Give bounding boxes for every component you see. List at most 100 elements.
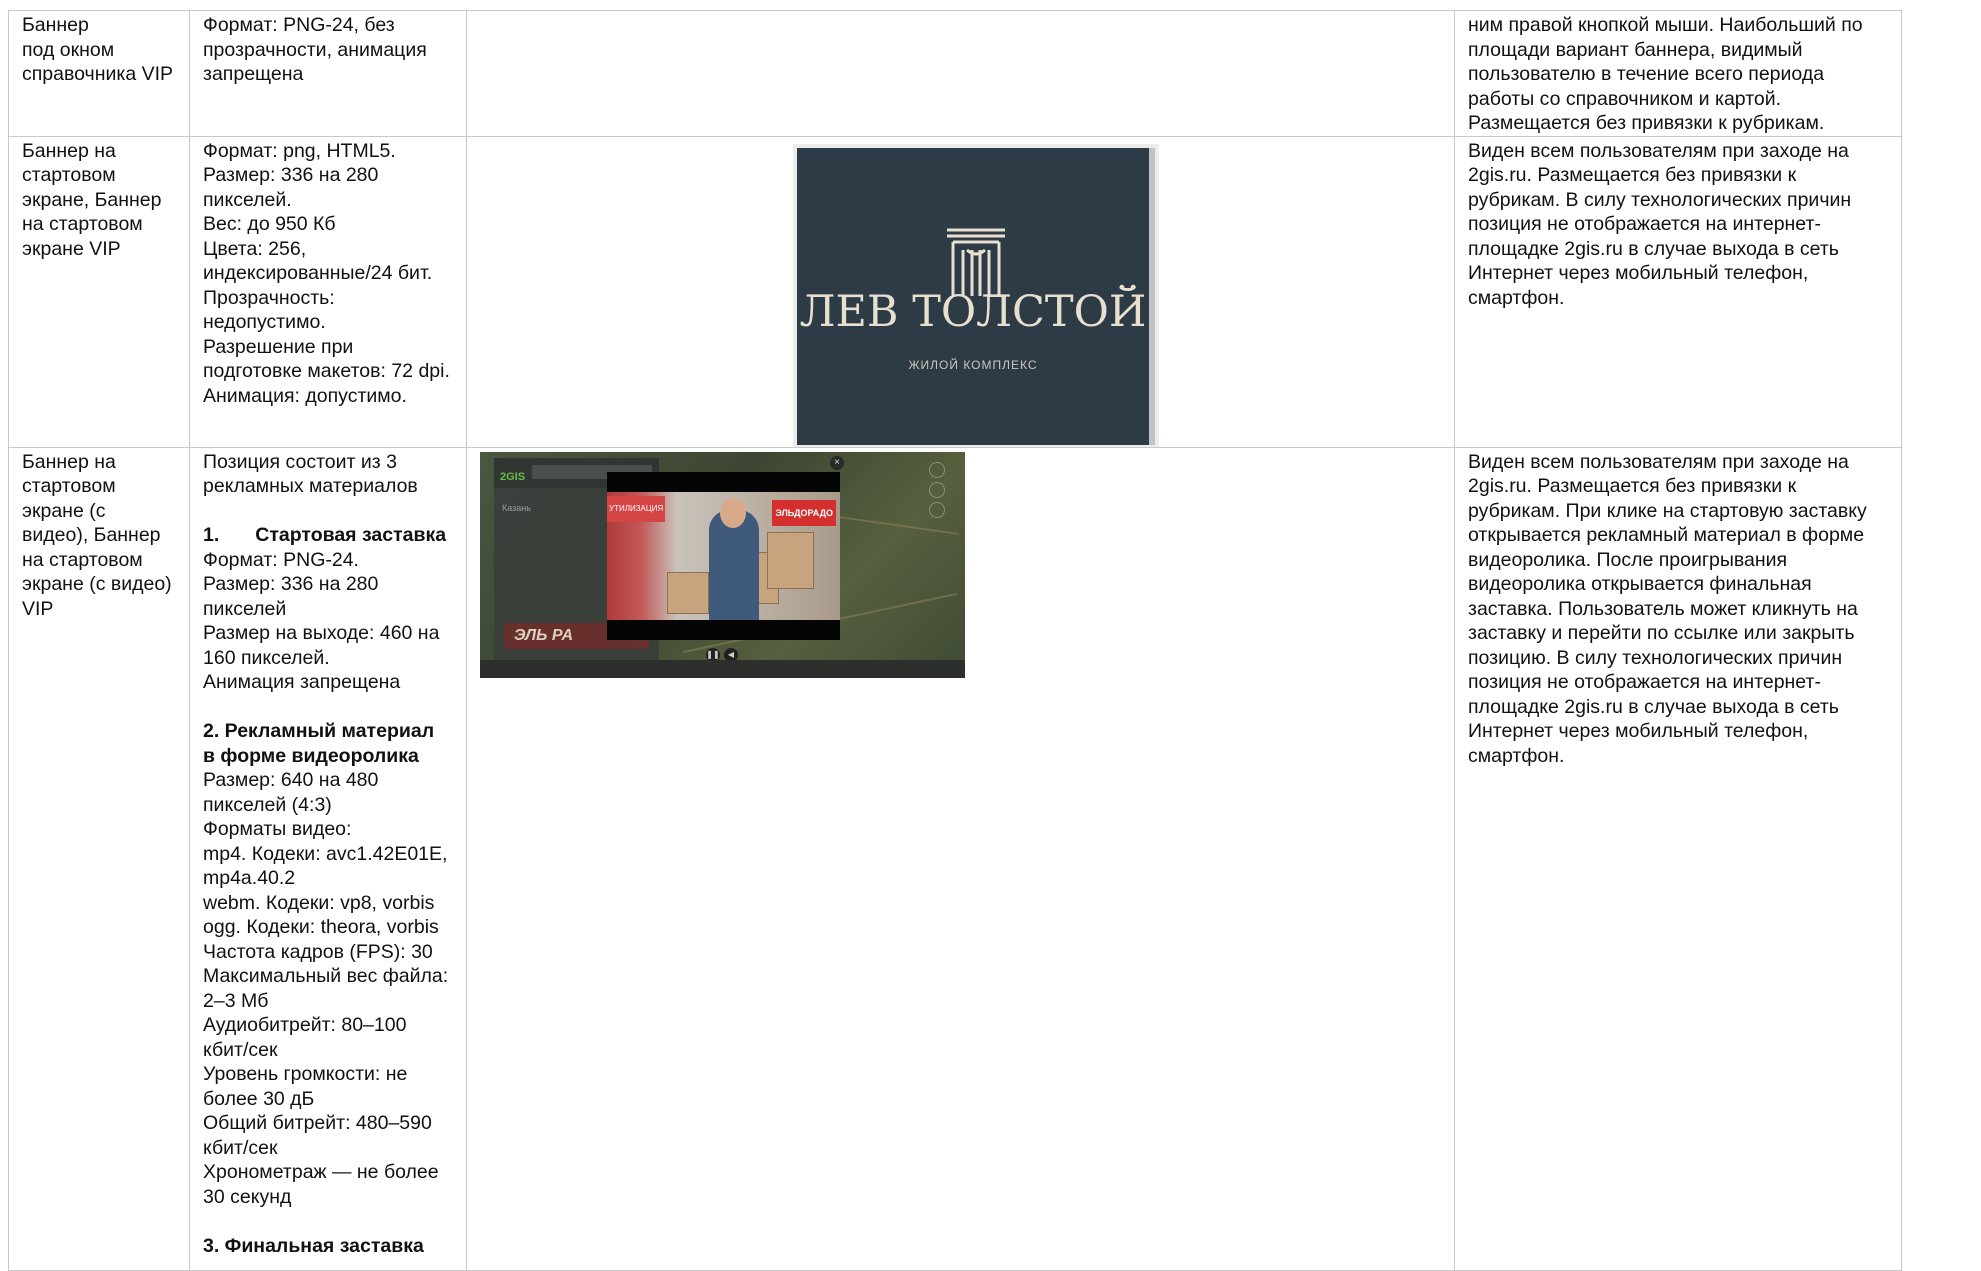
video-scene: ЭЛЬДОРАДО УТИЛИЗАЦИЯ: [607, 491, 840, 620]
text-line: Общий битрейт: 480–590: [203, 1112, 432, 1134]
text-line: Формат: PNG-24, без: [203, 14, 395, 36]
text-line: Анимация запрещена: [203, 671, 401, 693]
requirements-cell: Формат: png, HTML5. Размер: 336 на 280 пик…: [189, 135, 467, 448]
banner-title: ЛЕВ ТОЛСТОЙ: [799, 286, 1147, 337]
text-line: Интернет через мобильный телефон,: [1468, 720, 1809, 742]
text-line: Размещается без привязки к рубрикам.: [1468, 112, 1825, 134]
text-line: Баннер: [22, 14, 89, 36]
table-row: Баннер на стартовом экране (с видео), Банне…: [8, 446, 1902, 1271]
text-line: Виден всем пользователям при заходе на: [1468, 139, 1849, 162]
map-bottom-bar: [480, 659, 965, 678]
text-line: экране, Баннер: [22, 188, 162, 211]
text-line: Разрешение при: [203, 335, 354, 358]
text-line: 30 секунд: [203, 1185, 292, 1208]
banner-subtitle: ЖИЛОЙ КОМПЛЕКС: [908, 357, 1038, 372]
text-line: на стартовом: [22, 213, 143, 235]
text-line: под окном: [22, 38, 115, 61]
description-cell: ним правой кнопкой мыши. Наибольший по пл…: [1454, 10, 1902, 137]
position-cell: Баннер на стартовом экране, Баннер на старт…: [8, 135, 190, 448]
app-logo: 2GIS: [500, 470, 526, 483]
text-line: mp4a.40.2: [203, 867, 296, 889]
text-line: Интернет через мобильный телефон,: [1468, 262, 1809, 284]
text-line: VIP: [22, 597, 54, 620]
text-line: [203, 695, 454, 720]
text-line: стартовом: [22, 164, 116, 186]
text-line: Позиция состоит из 3: [203, 450, 397, 473]
text-line: работы со справочником и картой.: [1468, 87, 1782, 110]
heading-text: Стартовая заставка: [255, 524, 447, 546]
text-line: Виден всем пользователям при заходе на: [1468, 450, 1849, 473]
text-line: Формат: png, HTML5.: [203, 139, 396, 162]
requirements-cell: Позиция состоит из 3 рекламных материалов…: [189, 446, 467, 1271]
zoom-out-icon[interactable]: [929, 481, 945, 498]
text-line: заставка. Пользователь может кликнуть на: [1468, 597, 1858, 620]
text-line: видео), Баннер: [22, 524, 161, 546]
table-row: Баннер на стартовом экране, Баннер на старт…: [8, 135, 1902, 448]
description-cell: Виден всем пользователям при заходе на 2g…: [1454, 446, 1902, 1271]
text-line: прозрачности, анимация: [203, 38, 427, 61]
requirements-lines: Формат: PNG-24, без прозрачности, анимаци…: [203, 13, 454, 87]
example-cell: [466, 10, 1455, 137]
city-label: Казань: [502, 502, 531, 513]
example-cell: 2GIS Казань ЭЛЬ РА ЭЛЬДОРАДО УТИЛИЗАЦИЯ …: [466, 446, 1455, 1271]
description-cell: Виден всем пользователям при заходе на 2g…: [1454, 135, 1902, 448]
text-line: [203, 1209, 454, 1234]
brand-tag: ЭЛЬДОРАДО: [772, 499, 836, 526]
text-line: недопустимо.: [203, 311, 326, 333]
text-line: webm. Кодеки: vp8, vorbis: [203, 891, 435, 914]
position-lines: Баннер под окном справочника VIP: [22, 13, 177, 87]
text-line: Размер: 640 на 480: [203, 769, 379, 791]
text-line: смартфон.: [1468, 286, 1565, 309]
close-icon[interactable]: ×: [830, 455, 844, 470]
heading-number: 1.: [203, 524, 220, 546]
text-line: Максимальный вес файла:: [203, 965, 449, 987]
text-line: видеоролика открывается финальная: [1468, 573, 1812, 595]
text-line: позицию. В силу технологических причин: [1468, 646, 1843, 669]
text-line: Уровень громкости: не: [203, 1063, 408, 1085]
section-heading: 3. Финальная заставка: [203, 1234, 424, 1257]
text-line: экране (с видео): [22, 573, 172, 595]
text-line: более 30 дБ: [203, 1087, 315, 1110]
text-line: рубрикам. В силу технологических причин: [1468, 188, 1852, 211]
text-line: Баннер на: [22, 450, 116, 473]
text-line: Цвета: 256,: [203, 237, 307, 260]
text-line: экране VIP: [22, 237, 121, 260]
lev-tolstoy-banner: ЛЕВ ТОЛСТОЙ ЖИЛОЙ КОМПЛЕКС: [797, 147, 1155, 445]
text-line: запрещена: [203, 63, 304, 85]
text-line: на стартовом: [22, 548, 143, 571]
requirements-lines: Позиция состоит из 3 рекламных материалов…: [203, 450, 454, 1259]
text-line: позиция не отображается на интернет-: [1468, 671, 1821, 693]
text-line: заставку и перейти по ссылке или закрыть: [1468, 622, 1855, 644]
text-line: Анимация: допустимо.: [203, 384, 407, 407]
text-line: позиция не отображается на интернет-: [1468, 213, 1821, 235]
zoom-in-icon[interactable]: [929, 461, 945, 478]
text-line: Вес: до 950 Кб: [203, 213, 336, 235]
example-cell: ЛЕВ ТОЛСТОЙ ЖИЛОЙ КОМПЛЕКС: [466, 135, 1455, 448]
text-line: пикселей (4:3): [203, 793, 332, 816]
text-line: Формат: PNG-24.: [203, 548, 359, 571]
section-heading: 1. Стартовая заставка: [203, 523, 454, 548]
text-line: площадке 2gis.ru в случае выхода в сеть: [1468, 695, 1839, 718]
video-player[interactable]: ЭЛЬДОРАДО УТИЛИЗАЦИЯ: [607, 471, 840, 640]
text-line: Размер на выходе: 460 на: [203, 622, 440, 644]
position-cell: Баннер под окном справочника VIP: [8, 10, 190, 137]
text-line: подготовке макетов: 72 dpi.: [203, 360, 450, 382]
text-line: рубрикам. При клике на стартовую заставк…: [1468, 499, 1867, 522]
position-lines: Баннер на стартовом экране (с видео), Банне…: [22, 450, 177, 622]
compass-icon[interactable]: [929, 501, 945, 518]
banner-specs-table: Баннер под окном справочника VIP Формат: P…: [8, 10, 1902, 1271]
side-tag: УТИЛИЗАЦИЯ: [607, 495, 666, 522]
video-banner-screenshot: 2GIS Казань ЭЛЬ РА ЭЛЬДОРАДО УТИЛИЗАЦИЯ …: [480, 451, 965, 678]
requirements-cell: Формат: PNG-24, без прозрачности, анимаци…: [189, 10, 467, 137]
text-line: кбит/сек: [203, 1038, 278, 1061]
text-line: пикселей.: [203, 188, 292, 211]
description-lines: Виден всем пользователям при заходе на 2g…: [1468, 450, 1889, 769]
text-line: Прозрачность:: [203, 286, 335, 309]
box: [767, 531, 814, 589]
text-line: [203, 499, 454, 524]
box: [667, 571, 709, 614]
text-line: ogg. Кодеки: theora, vorbis: [203, 916, 439, 938]
text-line: mp4. Кодеки: avc1.42E01E,: [203, 842, 448, 865]
text-line: кбит/сек: [203, 1136, 278, 1159]
text-line: Частота кадров (FPS): 30: [203, 940, 433, 963]
